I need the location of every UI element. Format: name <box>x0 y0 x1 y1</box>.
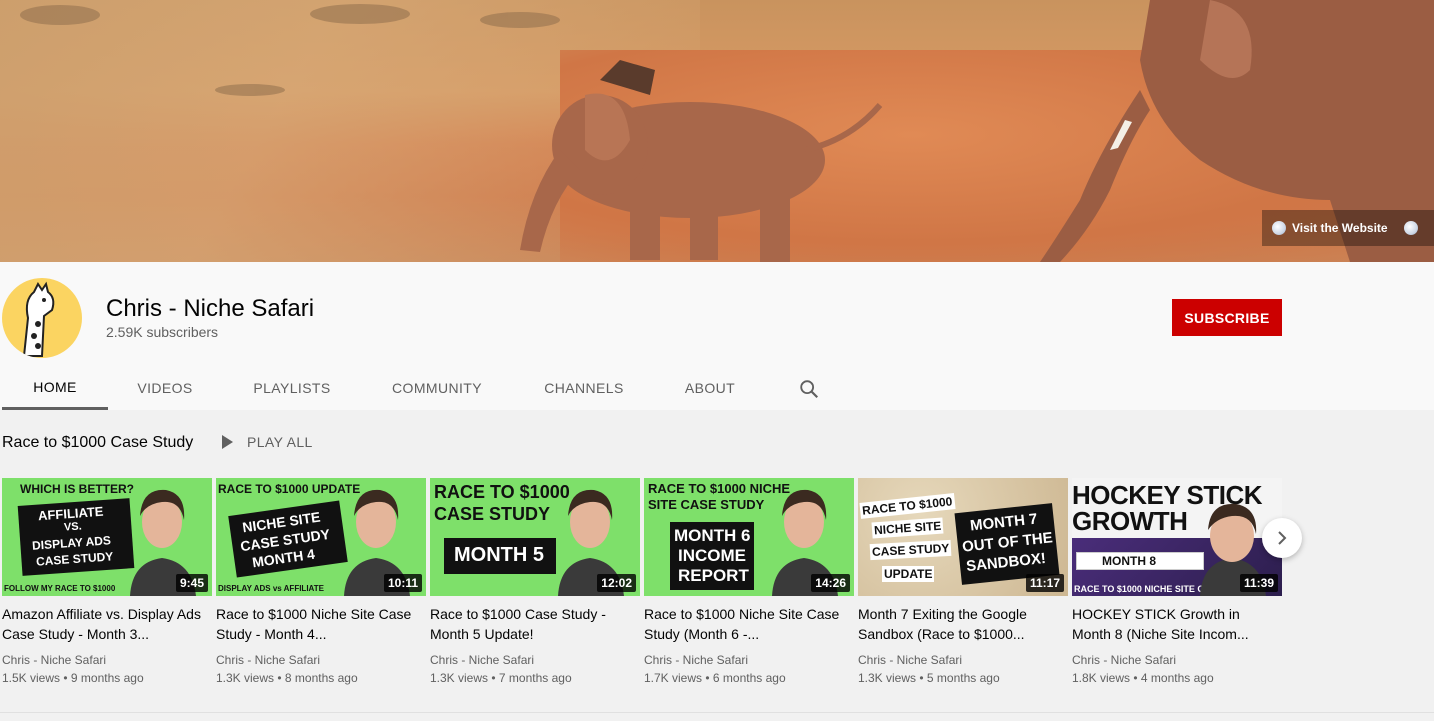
video-meta: 1.3K views • 7 months ago <box>430 671 572 685</box>
thumb-text: CASE STUDY <box>434 504 551 524</box>
video-channel[interactable]: Chris - Niche Safari <box>858 651 1068 669</box>
video-thumbnail[interactable]: RACE TO $1000 NICHE SITE CASE STUDY MONT… <box>644 478 854 596</box>
channel-name: Chris - Niche Safari <box>106 295 315 322</box>
video-channel[interactable]: Chris - Niche Safari <box>1072 651 1282 669</box>
video-duration: 9:45 <box>175 574 208 592</box>
thumb-text: UPDATE <box>882 566 935 582</box>
thumb-text: MONTH 5 <box>454 544 544 566</box>
giraffe-icon <box>22 281 55 357</box>
shelf-title[interactable]: Race to $1000 Case Study <box>2 434 193 452</box>
video-thumbnail[interactable]: RACE TO $1000 CASE STUDY MONTH 5 12:02 <box>430 478 640 596</box>
video-views: 1.8K views <box>1072 671 1131 685</box>
channel-header: Chris - Niche Safari 2.59K subscribers S… <box>0 262 1434 410</box>
visit-website-link[interactable]: Visit the Website <box>1262 210 1434 246</box>
play-all-button[interactable]: PLAY ALL <box>222 434 313 450</box>
thumb-text: VS. <box>63 520 83 534</box>
video-duration: 10:11 <box>383 574 422 592</box>
play-all-label: PLAY ALL <box>247 434 313 450</box>
video-thumbnail[interactable]: RACE TO $1000 UPDATE NICHE SITE CASE STU… <box>216 478 426 596</box>
video-card[interactable]: RACE TO $1000 CASE STUDY MONTH 5 12:02 R… <box>430 478 640 687</box>
thumb-text: FOLLOW MY RACE TO $1000 <box>4 584 116 593</box>
subscriber-count: 2.59K subscribers <box>106 324 219 340</box>
tab-playlists[interactable]: PLAYLISTS <box>240 366 344 410</box>
thumb-text: SITE CASE STUDY <box>648 497 765 512</box>
search-icon[interactable] <box>798 378 820 400</box>
video-meta: 1.7K views • 6 months ago <box>644 671 786 685</box>
channel-tabs: HOME VIDEOS PLAYLISTS COMMUNITY CHANNELS… <box>0 366 1434 410</box>
video-age: 6 months ago <box>712 671 786 685</box>
video-age: 5 months ago <box>926 671 1000 685</box>
globe-icon <box>1272 221 1286 235</box>
video-duration: 14:26 <box>811 574 850 592</box>
video-duration: 12:02 <box>597 574 636 592</box>
video-title[interactable]: Race to $1000 Niche Site Case Study (Mon… <box>644 604 854 644</box>
video-thumbnail[interactable]: RACE TO $1000 NICHE SITE CASE STUDY UPDA… <box>858 478 1068 596</box>
video-channel[interactable]: Chris - Niche Safari <box>2 651 212 669</box>
channel-banner: Visit the Website <box>0 0 1434 262</box>
video-age: 7 months ago <box>498 671 572 685</box>
video-age: 8 months ago <box>284 671 358 685</box>
thumb-text: MONTH 6 <box>674 526 751 545</box>
globe-icon[interactable] <box>1404 221 1418 235</box>
video-meta: 1.5K views • 9 months ago <box>2 671 144 685</box>
video-duration: 11:17 <box>1025 574 1064 592</box>
video-channel[interactable]: Chris - Niche Safari <box>430 651 640 669</box>
video-meta: 1.8K views • 4 months ago <box>1072 671 1214 685</box>
channel-avatar[interactable] <box>2 278 82 358</box>
video-channel[interactable]: Chris - Niche Safari <box>644 651 854 669</box>
tab-channels[interactable]: CHANNELS <box>532 366 636 410</box>
video-meta: 1.3K views • 5 months ago <box>858 671 1000 685</box>
shelf-next-button[interactable] <box>1262 518 1302 558</box>
thumb-text: INCOME <box>678 546 746 565</box>
tab-videos[interactable]: VIDEOS <box>122 366 208 410</box>
tab-about[interactable]: ABOUT <box>672 366 748 410</box>
thumb-text: DISPLAY ADS vs AFFILIATE <box>218 584 324 593</box>
video-card[interactable]: RACE TO $1000 UPDATE NICHE SITE CASE STU… <box>216 478 426 687</box>
video-views: 1.3K views <box>216 671 275 685</box>
thumb-text: MONTH 8 <box>1102 554 1156 568</box>
chevron-right-icon <box>1278 531 1287 545</box>
video-card[interactable]: RACE TO $1000 NICHE SITE CASE STUDY UPDA… <box>858 478 1068 687</box>
video-views: 1.3K views <box>430 671 489 685</box>
video-title[interactable]: Amazon Affiliate vs. Display Ads Case St… <box>2 604 212 644</box>
video-age: 4 months ago <box>1140 671 1214 685</box>
elephants-illustration <box>20 0 1434 262</box>
video-views: 1.5K views <box>2 671 61 685</box>
video-title[interactable]: HOCKEY STICK Growth in Month 8 (Niche Si… <box>1072 604 1282 644</box>
video-title[interactable]: Race to $1000 Case Study - Month 5 Updat… <box>430 604 640 644</box>
video-card[interactable]: HOCKEY STICK GROWTH MONTH 8 RACE TO $100… <box>1072 478 1282 687</box>
visit-website-label: Visit the Website <box>1292 221 1388 235</box>
thumb-text: REPORT <box>678 566 749 585</box>
video-meta: 1.3K views • 8 months ago <box>216 671 358 685</box>
thumb-text: GROWTH <box>1072 506 1188 536</box>
video-thumbnail[interactable]: WHICH IS BETTER? AFFILIATE VS. DISPLAY A… <box>2 478 212 596</box>
video-title[interactable]: Race to $1000 Niche Site Case Study - Mo… <box>216 604 426 644</box>
video-age: 9 months ago <box>70 671 144 685</box>
video-card[interactable]: WHICH IS BETTER? AFFILIATE VS. DISPLAY A… <box>2 478 212 687</box>
video-views: 1.3K views <box>858 671 917 685</box>
video-channel[interactable]: Chris - Niche Safari <box>216 651 426 669</box>
play-icon <box>222 435 233 449</box>
thumb-text: WHICH IS BETTER? <box>20 482 134 496</box>
video-card[interactable]: RACE TO $1000 NICHE SITE CASE STUDY MONT… <box>644 478 854 687</box>
subscribe-button[interactable]: SUBSCRIBE <box>1172 299 1282 336</box>
video-thumbnail[interactable]: HOCKEY STICK GROWTH MONTH 8 RACE TO $100… <box>1072 478 1282 596</box>
section-divider <box>0 712 1434 713</box>
video-duration: 11:39 <box>1239 574 1278 592</box>
tab-community[interactable]: COMMUNITY <box>380 366 494 410</box>
tab-home[interactable]: HOME <box>2 366 108 410</box>
video-title[interactable]: Month 7 Exiting the Google Sandbox (Race… <box>858 604 1068 644</box>
video-views: 1.7K views <box>644 671 703 685</box>
